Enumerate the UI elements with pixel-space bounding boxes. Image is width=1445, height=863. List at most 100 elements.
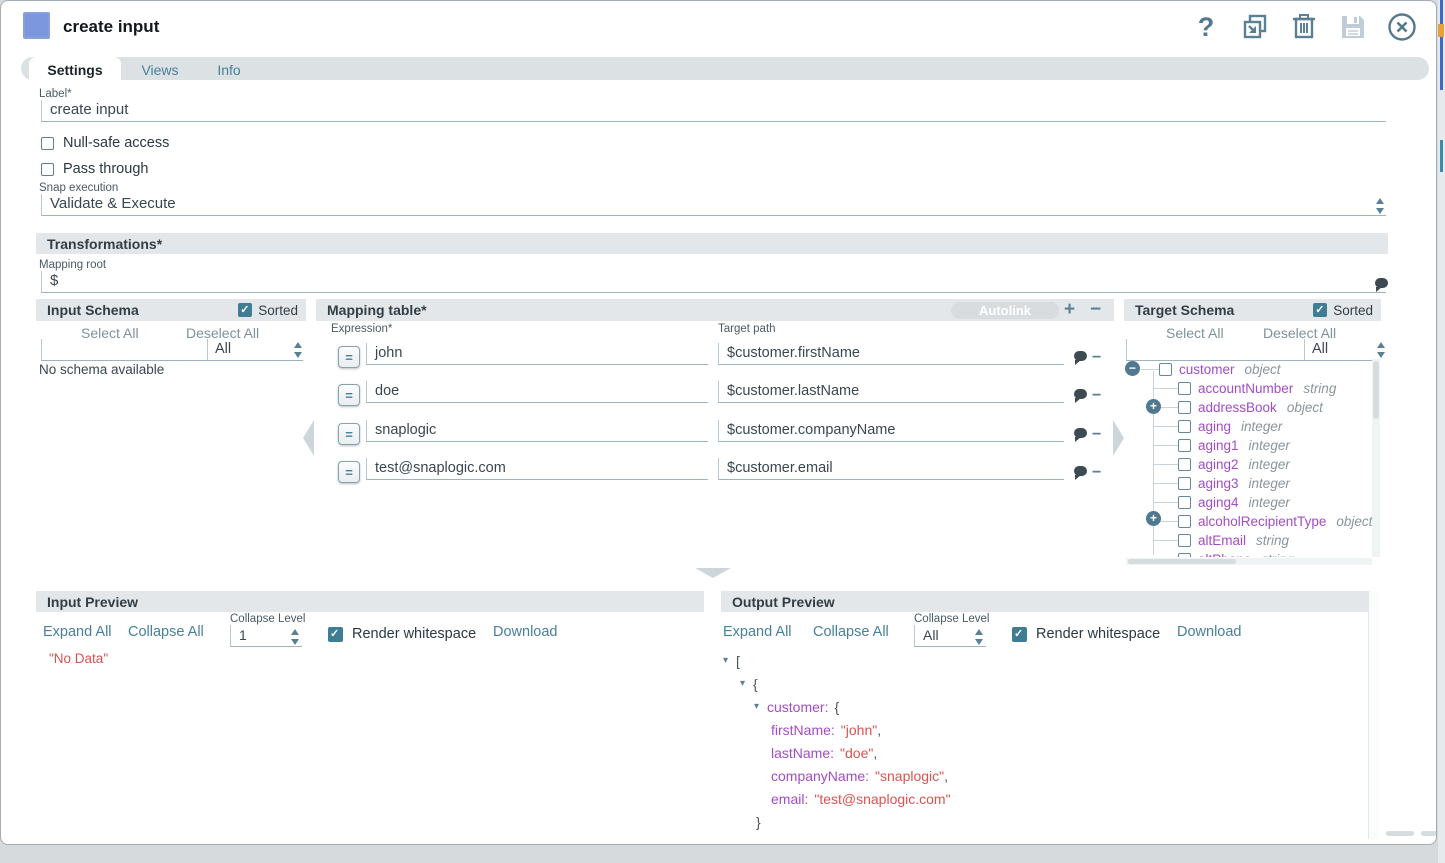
output-preview-collapse-level-spinner-icon[interactable] [975, 629, 984, 645]
target-path-input[interactable]: $customer.lastName [718, 381, 1064, 403]
schema-node-checkbox[interactable] [1178, 553, 1191, 557]
expression-input[interactable]: doe [366, 381, 708, 403]
expression-input[interactable]: test@snaplogic.com [366, 458, 708, 480]
collapse-input-schema-handle[interactable] [303, 420, 314, 456]
schema-node-checkbox[interactable] [1178, 439, 1191, 452]
schema-node-checkbox[interactable] [1178, 382, 1191, 395]
comment-bubble-icon[interactable] [1074, 389, 1087, 399]
label-input[interactable]: create input [41, 100, 1386, 122]
collapse-target-schema-handle[interactable] [1113, 420, 1124, 456]
output-preview-render-whitespace-checkbox[interactable] [1012, 627, 1027, 642]
schema-tree-row[interactable]: aging integer [1124, 417, 1282, 436]
input-schema-filter-input[interactable] [41, 339, 207, 360]
close-icon[interactable] [1384, 11, 1420, 43]
null-safe-access-checkbox[interactable] [41, 137, 54, 150]
target-path-input[interactable]: $customer.email [718, 458, 1064, 480]
schema-node-checkbox[interactable] [1178, 515, 1191, 528]
target-schema-filter-dropdown[interactable]: All [1304, 339, 1372, 360]
snap-execution-select[interactable]: Validate & Execute [41, 194, 1386, 216]
target-schema-filter-spinner-icon[interactable] [1377, 342, 1386, 358]
schema-node-type: integer [1249, 438, 1290, 453]
schema-tree-row[interactable]: aging4 integer [1124, 493, 1290, 512]
expression-toggle-button[interactable]: = [338, 461, 360, 483]
input-preview-render-whitespace-checkbox[interactable] [328, 627, 343, 642]
schema-node-checkbox[interactable] [1178, 420, 1191, 433]
schema-tree-row[interactable]: altEmail string [1124, 531, 1289, 550]
input-preview-collapse-all-link[interactable]: Collapse All [128, 624, 204, 640]
tab-settings[interactable]: Settings [29, 57, 121, 82]
input-preview-collapse-level-spinner-icon[interactable] [291, 629, 300, 645]
schema-tree-row[interactable]: aging2 integer [1124, 455, 1290, 474]
save-icon[interactable] [1335, 11, 1371, 43]
expression-input[interactable]: john [366, 343, 708, 365]
schema-node-checkbox[interactable] [1178, 458, 1191, 471]
schema-tree-row[interactable]: accountNumber string [1124, 379, 1336, 398]
target-schema-sorted-checkbox[interactable] [1313, 303, 1327, 317]
mapping-root-input[interactable]: $ [41, 271, 1386, 293]
json-key: email: [771, 791, 808, 807]
background-page-sliver [1438, 0, 1445, 863]
dialog-hscrollbar-thumb[interactable] [1386, 831, 1414, 836]
schema-tree-row[interactable]: customer object [1124, 360, 1281, 379]
schema-node-type: integer [1241, 419, 1282, 434]
input-preview-download-link[interactable]: Download [493, 624, 558, 640]
trash-icon[interactable] [1286, 11, 1322, 43]
tree-expand-toggle-icon[interactable]: + [1146, 511, 1161, 526]
output-preview-collapse-all-link[interactable]: Collapse All [813, 624, 889, 640]
input-preview-render-whitespace-label: Render whitespace [352, 626, 476, 642]
tab-info[interactable]: Info [199, 57, 259, 82]
json-key: lastName: [771, 745, 834, 761]
tree-expand-toggle-icon[interactable]: + [1146, 399, 1161, 414]
collapse-arrow-icon[interactable]: ▾ [754, 701, 767, 712]
output-preview-expand-all-link[interactable]: Expand All [723, 624, 792, 640]
delete-row-icon[interactable]: − [1092, 387, 1101, 405]
add-mapping-row-icon[interactable]: + [1064, 300, 1075, 320]
schema-tree-row[interactable]: altPhone string [1124, 550, 1294, 557]
dialog-hscrollbar-thumb[interactable] [1421, 831, 1437, 836]
snap-execution-spinner-icon[interactable] [1376, 198, 1385, 214]
schema-tree-row[interactable]: alcoholRecipientType object [1124, 512, 1372, 531]
expression-input[interactable]: snaplogic [366, 420, 708, 442]
copy-snap-icon[interactable] [1237, 11, 1273, 43]
comment-bubble-icon[interactable] [1074, 351, 1087, 361]
target-path-input[interactable]: $customer.firstName [718, 343, 1064, 365]
schema-tree-row[interactable]: aging1 integer [1124, 436, 1290, 455]
expression-toggle-button[interactable]: = [338, 384, 360, 406]
output-preview-render-whitespace-row: Render whitespace [1012, 626, 1160, 642]
target-schema-vscrollbar-thumb[interactable] [1373, 361, 1379, 419]
schema-node-checkbox[interactable] [1178, 401, 1191, 414]
schema-node-checkbox[interactable] [1159, 363, 1172, 376]
schema-node-checkbox[interactable] [1178, 534, 1191, 547]
collapse-arrow-icon[interactable]: ▾ [740, 678, 753, 689]
mapping-root-comment-bubble-icon[interactable] [1375, 278, 1388, 288]
delete-row-icon[interactable]: − [1092, 426, 1101, 444]
input-schema-filter-spinner-icon[interactable] [294, 342, 303, 358]
autolink-button[interactable]: Autolink [951, 302, 1059, 319]
comment-bubble-icon[interactable] [1074, 466, 1087, 476]
target-schema-hscrollbar-thumb[interactable] [1128, 559, 1236, 564]
comment-bubble-icon[interactable] [1074, 428, 1087, 438]
delete-row-icon[interactable]: − [1092, 349, 1101, 367]
tree-collapse-toggle-icon[interactable]: − [1125, 361, 1140, 376]
remove-mapping-row-icon[interactable]: − [1090, 300, 1101, 320]
schema-tree-row[interactable]: aging3 integer [1124, 474, 1290, 493]
schema-node-checkbox[interactable] [1178, 496, 1191, 509]
pass-through-checkbox[interactable] [41, 163, 54, 176]
target-path-input[interactable]: $customer.companyName [718, 420, 1064, 442]
schema-node-name: addressBook [1198, 400, 1277, 415]
schema-node-name: customer [1179, 362, 1235, 377]
input-schema-sorted-checkbox[interactable] [238, 303, 252, 317]
delete-row-icon[interactable]: − [1092, 464, 1101, 482]
expression-toggle-button[interactable]: = [338, 346, 360, 368]
expression-toggle-button[interactable]: = [338, 423, 360, 445]
output-preview-download-link[interactable]: Download [1177, 624, 1242, 640]
tab-views[interactable]: Views [121, 57, 199, 82]
collapse-arrow-icon[interactable]: ▾ [723, 655, 736, 666]
input-schema-filter-dropdown[interactable]: All [207, 339, 303, 360]
schema-node-checkbox[interactable] [1178, 477, 1191, 490]
collapse-mapping-handle[interactable] [695, 568, 731, 578]
background-blue-edge [1440, 0, 1443, 90]
target-schema-filter-input[interactable] [1126, 339, 1304, 360]
help-icon[interactable]: ? [1188, 11, 1224, 43]
input-preview-expand-all-link[interactable]: Expand All [43, 624, 112, 640]
